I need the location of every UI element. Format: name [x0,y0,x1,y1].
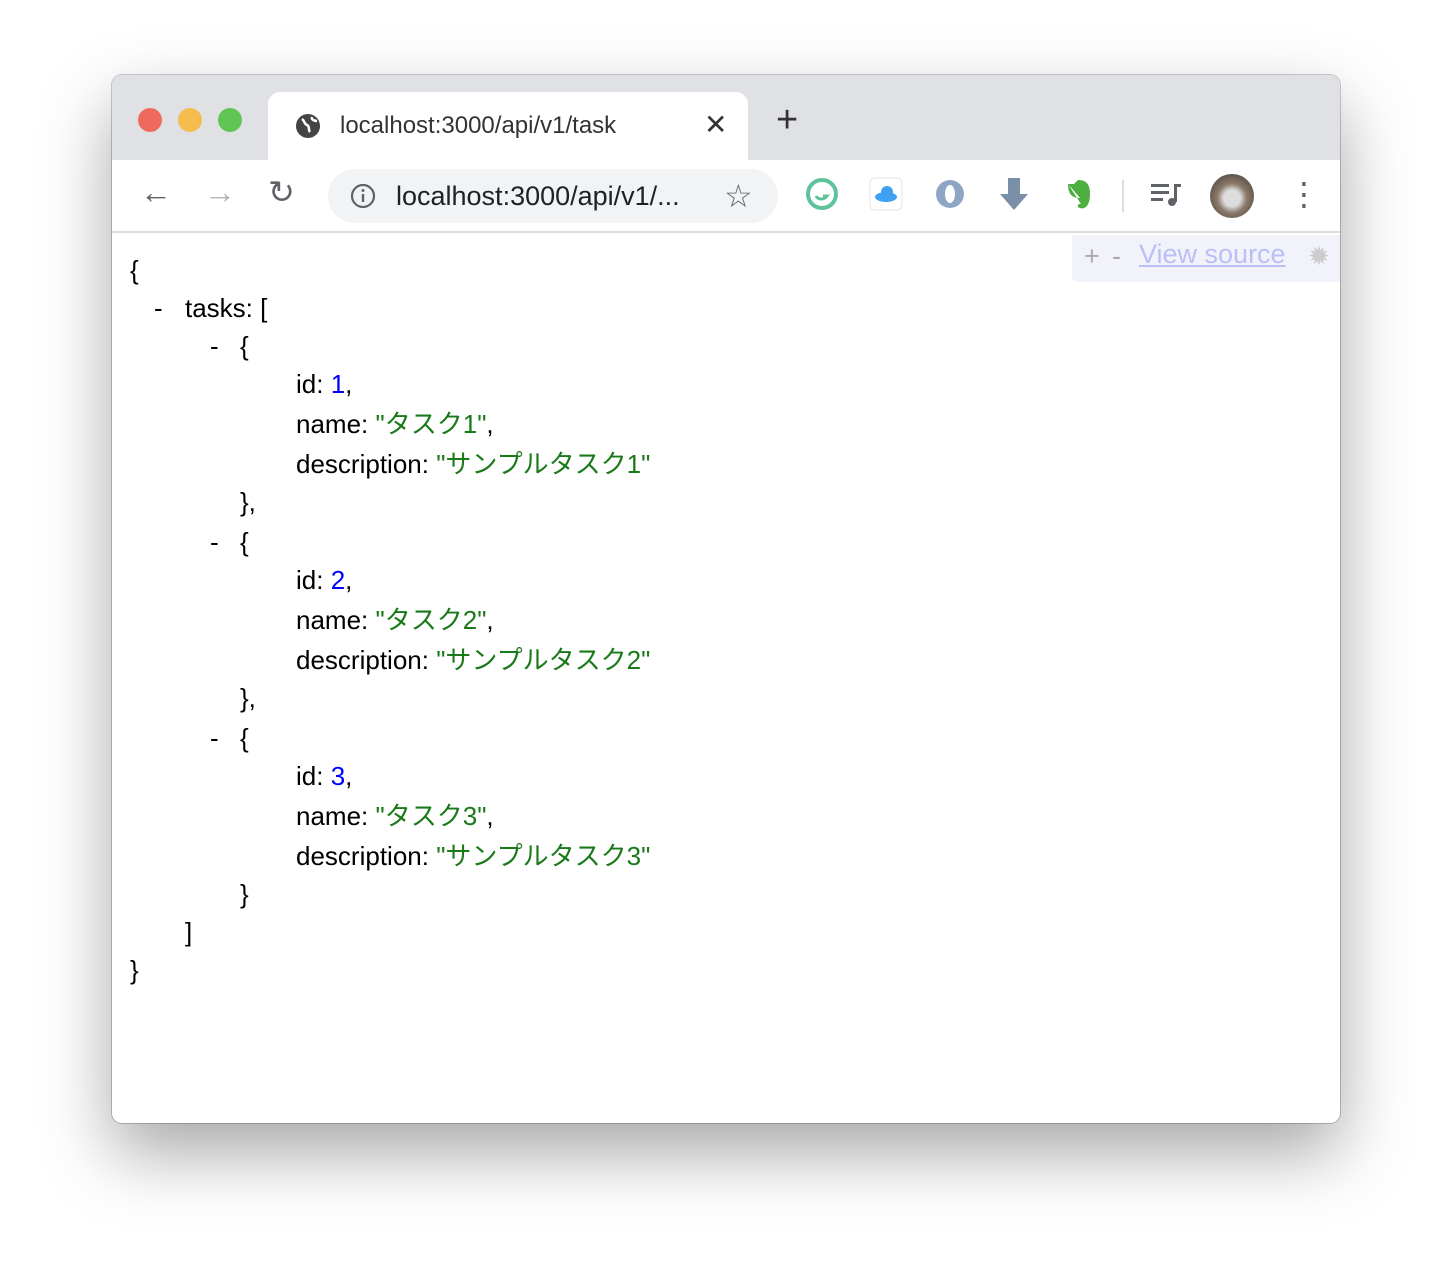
object-open: { [240,723,249,753]
task-id: id: 3, [296,761,353,791]
array-close: ] [185,917,193,947]
info-icon[interactable] [350,183,376,209]
task-toggle[interactable]: - [210,527,219,557]
task-toggle[interactable]: - [210,723,219,753]
task-name: name: "タスク1", [296,409,494,439]
bookmark-star-icon[interactable]: ☆ [724,177,753,215]
json-viewer: + - View source ✹ { - tasks: [ - { id: 1… [112,233,1340,1123]
task-id: id: 1, [296,369,353,399]
download-icon[interactable] [996,176,1032,212]
object-close: } [240,879,249,909]
object-close: }, [240,487,256,517]
close-tab-icon[interactable]: ✕ [704,108,727,141]
browser-window: localhost:3000/api/v1/tasks/display ✕ + … [112,75,1340,1123]
evernote-icon[interactable] [1060,176,1096,212]
url-text: localhost:3000/api/v1/... [396,181,680,211]
tasks-toggle[interactable]: - [154,293,163,323]
view-source-link[interactable]: View source [1139,239,1286,270]
expand-all-button[interactable]: + [1084,241,1100,272]
forward-button[interactable]: → [204,176,236,208]
object-open: { [240,331,249,361]
profile-avatar[interactable] [1210,174,1254,218]
media-control-icon[interactable] [1148,176,1184,212]
tab-bar: localhost:3000/api/v1/tasks/display ✕ + [112,75,1340,160]
task-name: name: "タスク3", [296,801,494,831]
json-brace-open: { [130,255,139,285]
json-brace-close: } [130,955,139,985]
task-toggle[interactable]: - [210,331,219,361]
grammarly-icon[interactable] [804,176,840,212]
back-button[interactable]: ← [140,176,172,208]
reload-button[interactable]: ↻ [268,176,295,208]
toolbar-divider [1122,180,1124,212]
tab-title: localhost:3000/api/v1/tasks/display [340,112,616,139]
new-tab-button[interactable]: + [776,101,798,139]
tab-active[interactable]: localhost:3000/api/v1/tasks/display ✕ [268,92,748,160]
zoom-window-button[interactable] [218,108,242,132]
gear-icon[interactable]: ✹ [1308,241,1330,272]
task-description: description: "サンプルタスク3" [296,841,651,871]
jsonview-icon[interactable] [932,176,968,212]
minimize-window-button[interactable] [178,108,202,132]
object-open: { [240,527,249,557]
task-id: id: 2, [296,565,353,595]
tasks-key: tasks: [ [185,293,268,323]
collapse-all-button[interactable]: - [1112,241,1121,272]
task-name: name: "タスク2", [296,605,494,635]
json-viewer-controls: + - View source ✹ [1072,235,1340,282]
globe-icon [296,114,320,138]
task-description: description: "サンプルタスク1" [296,449,651,479]
toolbar: ← → ↻ localhost:3000/api/v1/... ☆ ⋮ [112,160,1340,233]
address-bar[interactable]: localhost:3000/api/v1/... ☆ [328,169,778,223]
menu-button[interactable]: ⋮ [1288,178,1320,210]
object-close: }, [240,683,256,713]
icloud-icon[interactable] [868,176,904,212]
close-window-button[interactable] [138,108,162,132]
task-description: description: "サンプルタスク2" [296,645,651,675]
